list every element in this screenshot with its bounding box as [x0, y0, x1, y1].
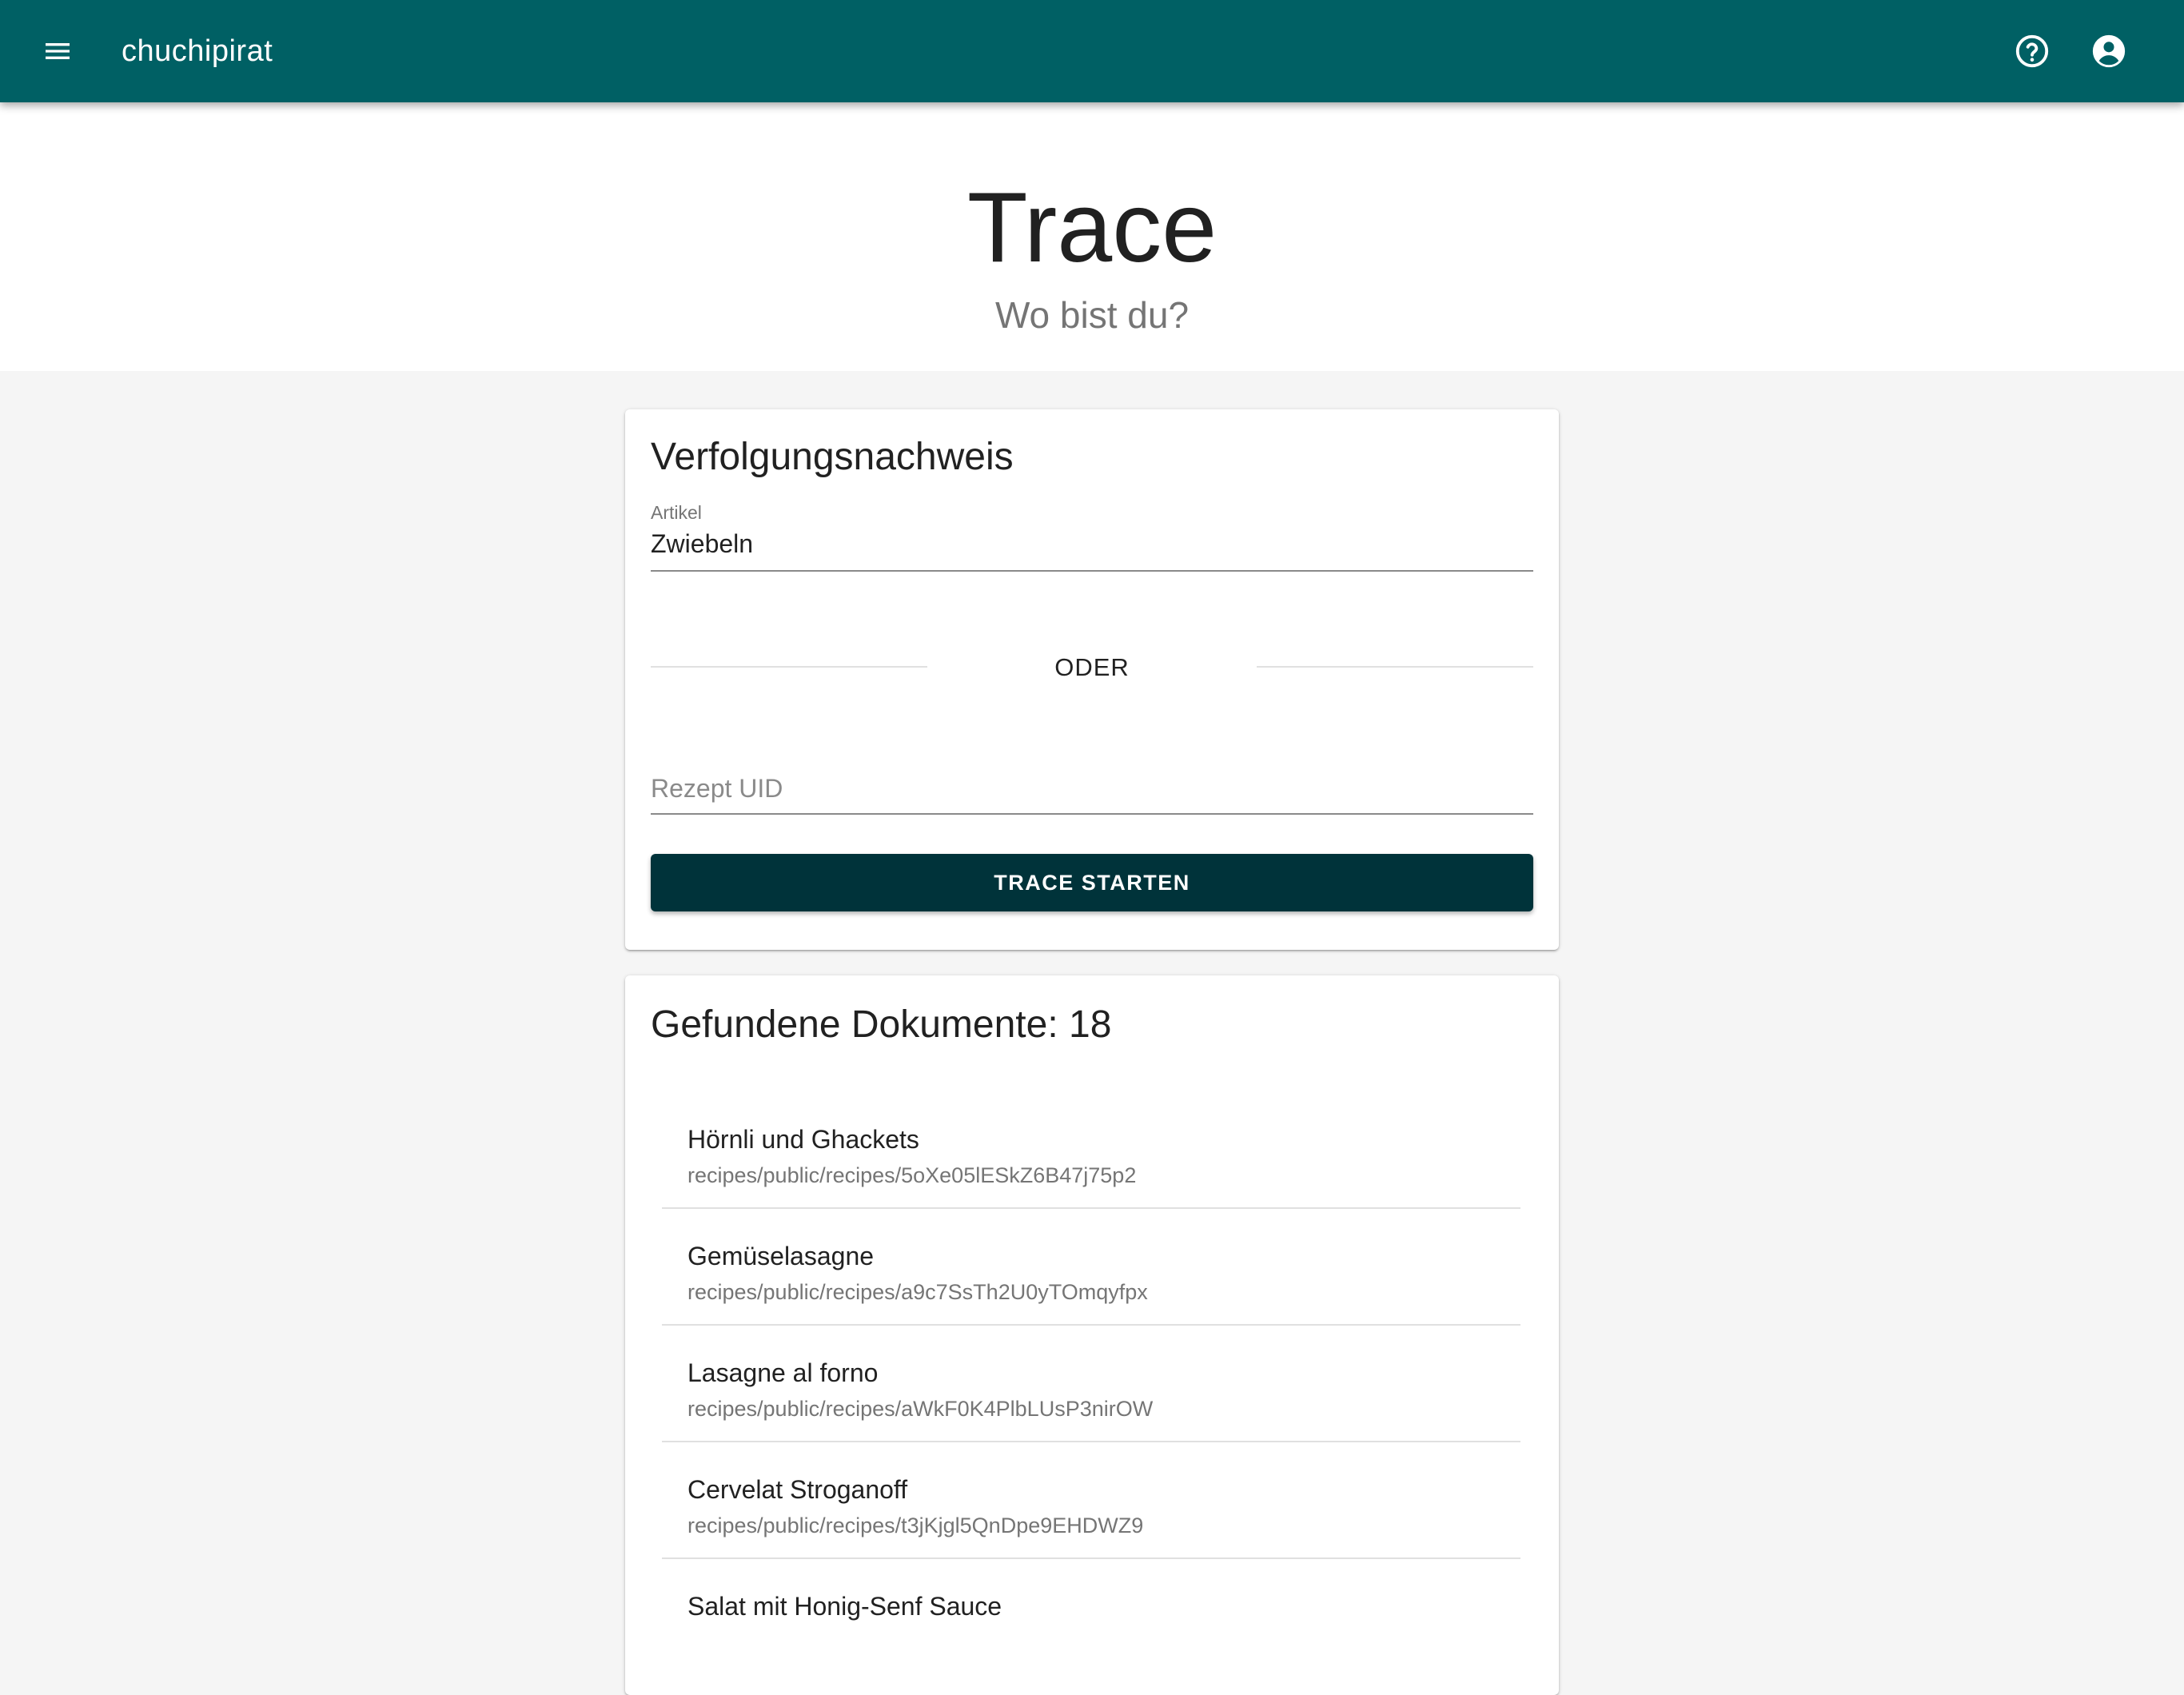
- document-path: recipes/public/recipes/aWkF0K4PlbLUsP3ni…: [687, 1397, 1154, 1421]
- card-title: Verfolgungsnachweis: [651, 436, 1014, 478]
- help-button[interactable]: [2010, 29, 2054, 74]
- document-path: recipes/public/recipes/t3jKjgl5QnDpe9EHD…: [687, 1514, 1144, 1537]
- help-circle-icon: [2015, 34, 2049, 68]
- page-title: Trace: [966, 173, 1218, 283]
- hero-section: Trace Wo bist du?: [0, 102, 2184, 371]
- article-field-underline: [651, 570, 1533, 572]
- list-item[interactable]: Salat mit Honig-Senf Sauce: [662, 1559, 1520, 1676]
- document-name: Lasagne al forno: [687, 1358, 879, 1387]
- document-path: recipes/public/recipes/a9c7SsTh2U0yTOmqy…: [687, 1280, 1148, 1304]
- document-name: Hörnli und Ghackets: [687, 1125, 919, 1154]
- document-name: Cervelat Stroganoff: [687, 1475, 908, 1504]
- results-title: Gefundene Dokumente: 18: [651, 1003, 1112, 1046]
- or-label: ODER: [1054, 653, 1130, 681]
- document-name: Salat mit Honig-Senf Sauce: [687, 1592, 1002, 1621]
- document-list: Hörnli und Ghackets recipes/public/recip…: [662, 1092, 1520, 1676]
- results-card: Gefundene Dokumente: 18 Hörnli und Ghack…: [625, 975, 1559, 1695]
- app-bar: chuchipirat: [0, 0, 2184, 102]
- list-item[interactable]: Hörnli und Ghackets recipes/public/recip…: [662, 1092, 1520, 1209]
- document-path: recipes/public/recipes/5oXe05lESkZ6B47j7…: [687, 1163, 1137, 1187]
- recipe-uid-field-underline: [651, 813, 1533, 815]
- account-circle-icon: [2092, 34, 2126, 68]
- or-divider-right: [1257, 666, 1533, 668]
- list-item[interactable]: Gemüselasagne recipes/public/recipes/a9c…: [662, 1209, 1520, 1326]
- document-name: Gemüselasagne: [687, 1242, 875, 1270]
- recipe-uid-field[interactable]: [651, 771, 1533, 806]
- page-subtitle: Wo bist du?: [994, 294, 1190, 336]
- account-button[interactable]: [2086, 29, 2131, 74]
- list-item[interactable]: Cervelat Stroganoff recipes/public/recip…: [662, 1442, 1520, 1559]
- app-title[interactable]: chuchipirat: [122, 0, 273, 102]
- menu-button[interactable]: [35, 29, 80, 74]
- list-item[interactable]: Lasagne al forno recipes/public/recipes/…: [662, 1326, 1520, 1442]
- article-field[interactable]: [651, 529, 1533, 559]
- article-field-label: Artikel: [651, 502, 702, 523]
- trace-search-card: Verfolgungsnachweis Artikel ODER TRACE S…: [625, 409, 1559, 950]
- menu-icon: [46, 43, 70, 59]
- start-trace-button[interactable]: TRACE STARTEN: [651, 854, 1533, 911]
